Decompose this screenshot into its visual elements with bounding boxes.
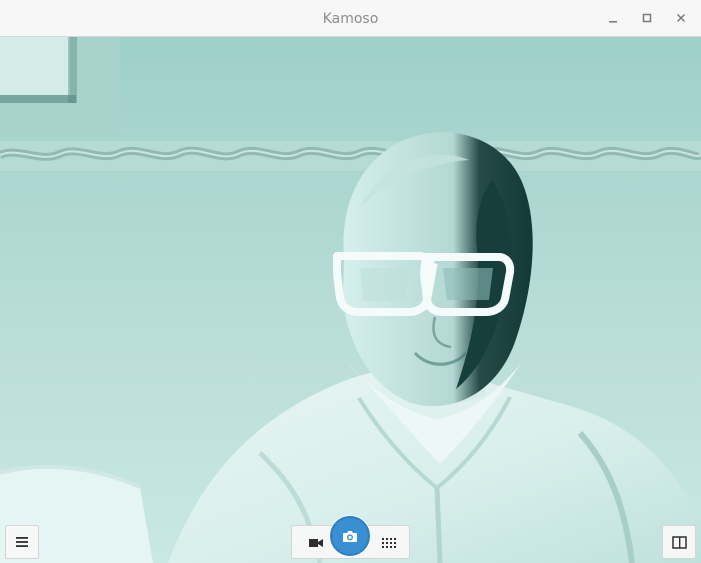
close-icon	[676, 13, 686, 23]
split-view-icon	[671, 535, 687, 549]
camera-preview-image	[0, 37, 701, 563]
take-photo-button[interactable]	[330, 516, 370, 556]
camera-icon	[342, 529, 358, 543]
minimize-icon	[608, 13, 618, 23]
video-camera-icon	[308, 537, 324, 549]
close-button[interactable]	[671, 8, 691, 28]
video-mode-button[interactable]	[299, 526, 333, 560]
maximize-icon	[642, 13, 652, 23]
minimize-button[interactable]	[603, 8, 623, 28]
grid-icon	[381, 537, 397, 549]
burst-mode-button[interactable]	[372, 526, 406, 560]
window-controls	[603, 8, 691, 28]
menu-button[interactable]	[5, 525, 39, 559]
window-title: Kamoso	[322, 11, 379, 27]
maximize-button[interactable]	[637, 8, 657, 28]
title-bar: Kamoso	[0, 0, 701, 37]
camera-preview	[0, 37, 701, 563]
kamoso-window: Kamoso	[0, 0, 701, 563]
hamburger-icon	[15, 536, 29, 548]
split-view-button[interactable]	[662, 525, 696, 559]
